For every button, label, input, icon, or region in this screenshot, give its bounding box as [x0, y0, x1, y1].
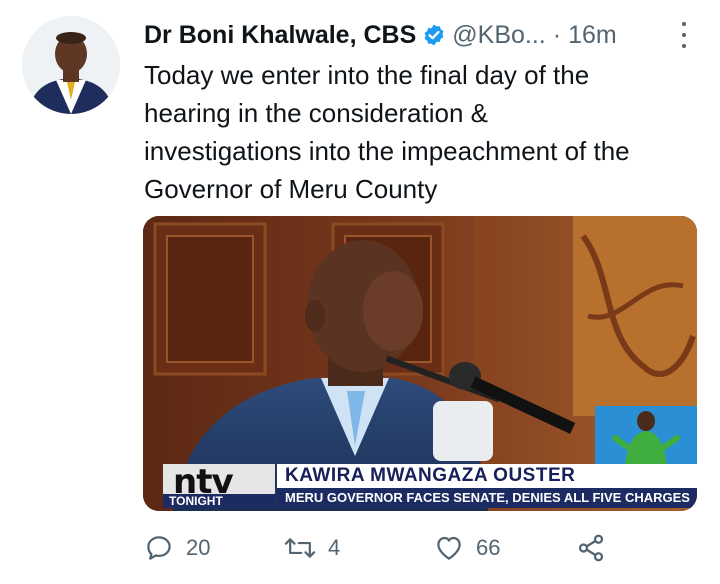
reply-count: 20: [186, 535, 211, 560]
separator-dot: ·: [552, 21, 562, 49]
retweet-button[interactable]: 4: [284, 530, 340, 566]
banner-subheadline: MERU GOVERNOR FACES SENATE, DENIES ALL F…: [277, 488, 697, 508]
ntv-logo-sub: TONIGHT: [163, 494, 275, 508]
more-options-icon[interactable]: [678, 22, 690, 48]
share-icon: [578, 534, 604, 562]
share-button[interactable]: [576, 530, 618, 566]
timestamp[interactable]: 16m: [568, 18, 617, 52]
tweet-actions: 20 4 66: [144, 530, 624, 566]
ntv-logo: ntv TONIGHT: [163, 464, 275, 508]
banner-headline: KAWIRA MWANGAZA OUSTER: [277, 464, 697, 488]
news-banner: ntv TONIGHT KAWIRA MWANGAZA OUSTER MERU …: [143, 464, 697, 508]
retweet-icon: [284, 538, 316, 558]
heart-icon: [437, 536, 461, 560]
tweet-text: Today we enter into the final day of the…: [144, 60, 630, 204]
verified-badge-icon: [422, 23, 446, 47]
author-handle[interactable]: @KBo...: [452, 18, 545, 52]
tweet-media[interactable]: ntv TONIGHT KAWIRA MWANGAZA OUSTER MERU …: [143, 216, 697, 511]
avatar[interactable]: [22, 16, 120, 114]
tweet-header: Dr Boni Khalwale, CBS @KBo... · 16m: [144, 18, 690, 52]
retweet-count: 4: [328, 535, 341, 560]
reply-icon: [147, 536, 171, 560]
reply-button[interactable]: 20: [144, 530, 210, 566]
like-button[interactable]: 66: [434, 530, 500, 566]
author-name[interactable]: Dr Boni Khalwale, CBS: [144, 18, 416, 52]
like-count: 66: [476, 535, 501, 560]
